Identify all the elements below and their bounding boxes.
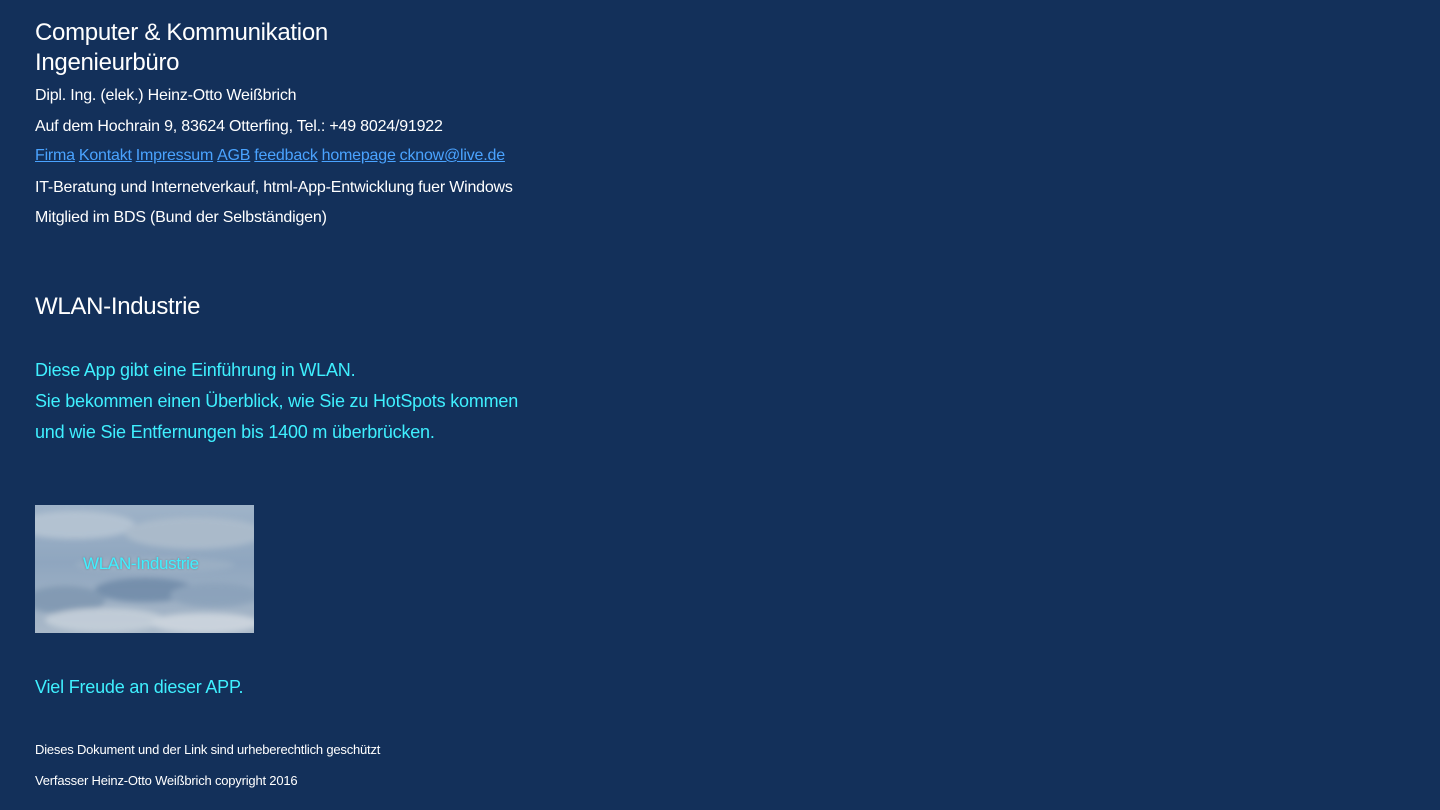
address-line: Auf dem Hochrain 9, 83624 Otterfing, Tel… (35, 118, 443, 135)
membership-line: Mitglied im BDS (Bund der Selbständigen) (35, 209, 327, 226)
author-copyright: Verfasser Heinz-Otto Weißbrich copyright… (35, 773, 298, 788)
link-firma[interactable]: Firma (35, 147, 75, 164)
intro-line-1: Diese App gibt eine Einführung in WLAN. (35, 360, 356, 380)
company-name: Computer & Kommunikation (35, 19, 328, 46)
link-homepage[interactable]: homepage (322, 147, 396, 164)
page-title: WLAN-Industrie (35, 293, 201, 320)
page: Computer & Kommunikation Ingenieurbüro D… (0, 0, 1440, 810)
link-agb[interactable]: AGB (217, 147, 250, 164)
app-image[interactable]: WLAN-Industrie (35, 505, 254, 633)
nav-links: Firma Kontakt Impressum AGB feedback homepage… (35, 147, 509, 165)
services-line: IT-Beratung und Internetverkauf, html-Ap… (35, 179, 513, 196)
link-feedback[interactable]: feedback (254, 147, 318, 164)
link-impressum[interactable]: Impressum (136, 147, 214, 164)
app-image-label: WLAN-Industrie (83, 554, 199, 573)
link-email[interactable]: cknow@live.de (400, 147, 505, 164)
company-subtitle: Ingenieurbüro (35, 49, 180, 76)
person-name: Dipl. Ing. (elek.) Heinz-Otto Weißbrich (35, 87, 297, 104)
copyright-notice: Dieses Dokument und der Link sind urhebe… (35, 742, 381, 757)
closing-text: Viel Freude an dieser APP. (35, 677, 244, 697)
link-kontakt[interactable]: Kontakt (79, 147, 132, 164)
intro-line-3: und wie Sie Entfernungen bis 1400 m über… (35, 422, 435, 442)
intro-line-2: Sie bekommen einen Überblick, wie Sie zu… (35, 391, 519, 411)
